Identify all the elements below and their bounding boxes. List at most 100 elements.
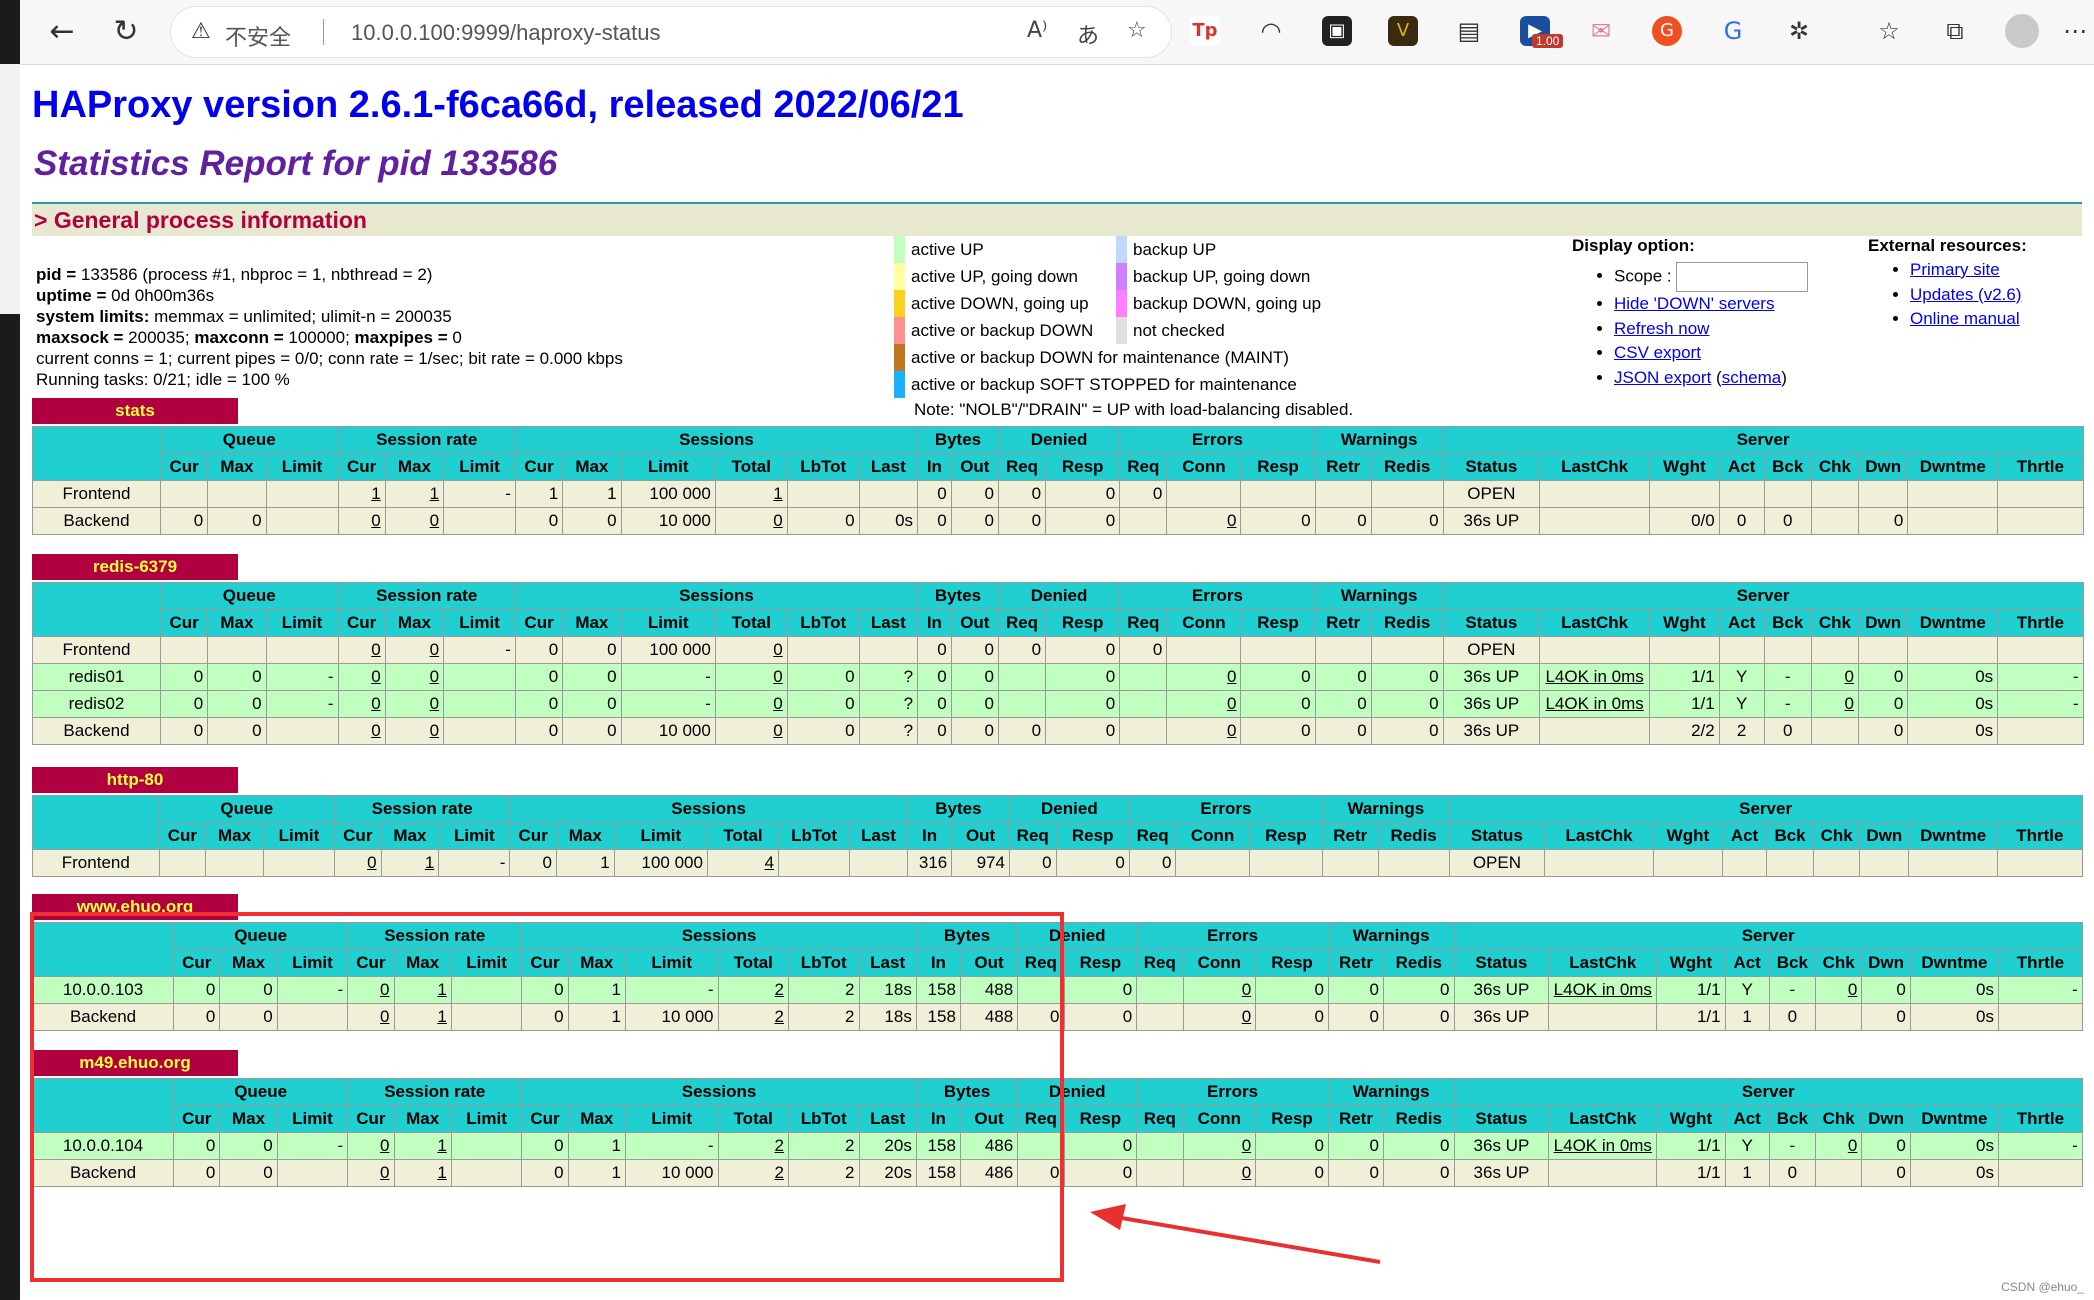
favorite-add-icon[interactable]: ☆ <box>1127 18 1147 43</box>
cell-value[interactable]: 0 <box>1242 980 1251 999</box>
updates-link[interactable]: Updates (v2.6) <box>1910 285 2022 304</box>
primary-site-link[interactable]: Primary site <box>1910 260 2000 279</box>
cell-value: 0s <box>1975 667 1994 686</box>
cell-value[interactable]: 0 <box>773 721 782 740</box>
cell-value[interactable]: 0 <box>1227 667 1236 686</box>
cell-value[interactable]: 0 <box>367 853 376 872</box>
proxy-name-tab[interactable]: http-80 <box>32 767 238 793</box>
cell-value[interactable]: 0 <box>430 511 439 530</box>
cell-value[interactable]: 0 <box>371 694 380 713</box>
cell-value: 1/1 <box>1691 667 1715 686</box>
cell-value[interactable]: 0 <box>1845 667 1854 686</box>
url-text[interactable]: 10.0.0.100:9999/haproxy-status <box>351 20 660 46</box>
cell-value[interactable]: 4 <box>765 853 774 872</box>
header-group: Warnings <box>1314 426 1444 454</box>
cell-value[interactable]: 0 <box>430 694 439 713</box>
schema-link[interactable]: schema <box>1722 368 1782 387</box>
cell-value[interactable]: 0 <box>371 721 380 740</box>
cell-value[interactable]: 0 <box>773 640 782 659</box>
security-label[interactable]: 不安全 <box>225 20 291 52</box>
header-column: Cur <box>514 609 564 637</box>
header-column: Cur <box>334 822 382 850</box>
table-cell: 1 <box>1724 1159 1770 1187</box>
cell-value[interactable]: 0 <box>773 694 782 713</box>
profile-avatar[interactable] <box>2005 14 2039 48</box>
cell-value[interactable]: 0 <box>1227 694 1236 713</box>
extensions-icon[interactable]: ✲ <box>1784 16 1814 46</box>
table-cell: 36s UP <box>1442 717 1541 745</box>
cell-value: 0 <box>1893 694 1904 713</box>
cell-value[interactable]: 0 <box>1227 721 1236 740</box>
header-column: LastChk <box>1548 949 1658 977</box>
cell-value[interactable]: 0 <box>430 640 439 659</box>
vue-extension-icon[interactable]: V <box>1388 16 1418 46</box>
proxy-name-tab[interactable]: redis-6379 <box>32 554 238 580</box>
header-group: Warnings <box>1327 922 1455 950</box>
schema-close: ) <box>1781 367 1787 387</box>
cell-value: - <box>2072 694 2079 713</box>
csv-export-link[interactable]: CSV export <box>1614 343 1701 362</box>
cell-value[interactable]: 0 <box>1242 1007 1251 1026</box>
header-column: Act <box>1724 1105 1770 1133</box>
address-bar[interactable]: ⚠ 不安全 10.0.0.100:9999/haproxy-status A⁾ … <box>170 6 1172 58</box>
cell-value[interactable]: 1 <box>773 484 782 503</box>
terminal-extension-icon[interactable]: ▣ <box>1322 16 1352 46</box>
tp-extension-icon[interactable]: Tp <box>1190 16 1220 46</box>
proxy-name-tab[interactable]: stats <box>32 398 238 424</box>
cell-value[interactable]: 0 <box>371 640 380 659</box>
cell-value[interactable]: 0 <box>1242 1136 1251 1155</box>
table-cell: 0 <box>207 663 267 691</box>
google-translate-icon[interactable]: G <box>1718 16 1748 46</box>
cell-value[interactable]: 0 <box>1227 511 1236 530</box>
header-column: Resp <box>1255 949 1329 977</box>
header-group: Bytes <box>906 795 1010 823</box>
cell-value: 0/0 <box>1691 511 1715 530</box>
json-export-link[interactable]: JSON export <box>1614 368 1711 387</box>
row-label[interactable]: redis01 <box>69 667 125 686</box>
display-options: Display option: Scope : Hide 'DOWN' serv… <box>1572 236 1808 390</box>
gift-extension-icon[interactable]: ✉ <box>1586 16 1616 46</box>
scope-input[interactable] <box>1675 262 1808 292</box>
g-extension-icon[interactable]: G <box>1652 16 1682 46</box>
legend-label: active or backup SOFT STOPPED for mainte… <box>911 375 1297 394</box>
online-manual-link[interactable]: Online manual <box>1910 309 2020 328</box>
more-menu-icon[interactable]: ⋯ <box>2060 16 2090 46</box>
cell-value[interactable]: L4OK in 0ms <box>1545 667 1643 686</box>
shield-extension-icon[interactable]: ◠ <box>1256 16 1286 46</box>
cell-value[interactable]: 1 <box>430 484 439 503</box>
cell-value[interactable]: 0 <box>430 721 439 740</box>
cell-value: 0 <box>1369 980 1379 999</box>
read-aloud-icon[interactable]: A⁾ <box>1027 18 1047 43</box>
refresh-button[interactable]: ↻ <box>106 12 146 52</box>
cell-value[interactable]: 0 <box>773 667 782 686</box>
header-column: Max <box>555 822 615 850</box>
back-button[interactable]: ← <box>42 12 82 52</box>
cell-value[interactable]: 0 <box>773 511 782 530</box>
legend-swatch <box>1116 263 1127 290</box>
table-cell: 0 <box>950 717 999 745</box>
translate-icon[interactable]: あ <box>1077 18 1099 50</box>
cell-value[interactable]: 0 <box>1848 1136 1857 1155</box>
cell-value[interactable]: 0 <box>1848 980 1857 999</box>
reader-extension-icon[interactable]: ▤ <box>1454 16 1484 46</box>
cell-value[interactable]: 1 <box>371 484 380 503</box>
hide-down-link[interactable]: Hide 'DOWN' servers <box>1614 294 1774 313</box>
row-label[interactable]: redis02 <box>69 694 125 713</box>
header-column: Out <box>950 453 999 481</box>
cell-value[interactable]: 0 <box>1845 694 1854 713</box>
table-cell <box>786 636 860 664</box>
collections-icon[interactable]: ⧉ <box>1940 16 1970 46</box>
cell-value[interactable]: L4OK in 0ms <box>1554 980 1652 999</box>
cell-value[interactable]: L4OK in 0ms <box>1554 1136 1652 1155</box>
cell-value[interactable]: 0 <box>371 667 380 686</box>
cell-value: 0 <box>1369 1007 1379 1026</box>
cell-value[interactable]: 1 <box>425 853 434 872</box>
refresh-now-link[interactable]: Refresh now <box>1614 319 1709 338</box>
favorites-icon[interactable]: ☆ <box>1874 16 1904 46</box>
cell-value[interactable]: 0 <box>430 667 439 686</box>
cell-value[interactable]: 0 <box>1242 1163 1251 1182</box>
cell-value: 10 000 <box>658 511 711 530</box>
cell-value[interactable]: 0 <box>371 511 380 530</box>
cell-value[interactable]: L4OK in 0ms <box>1545 694 1643 713</box>
cell-value: 0 <box>984 640 994 659</box>
